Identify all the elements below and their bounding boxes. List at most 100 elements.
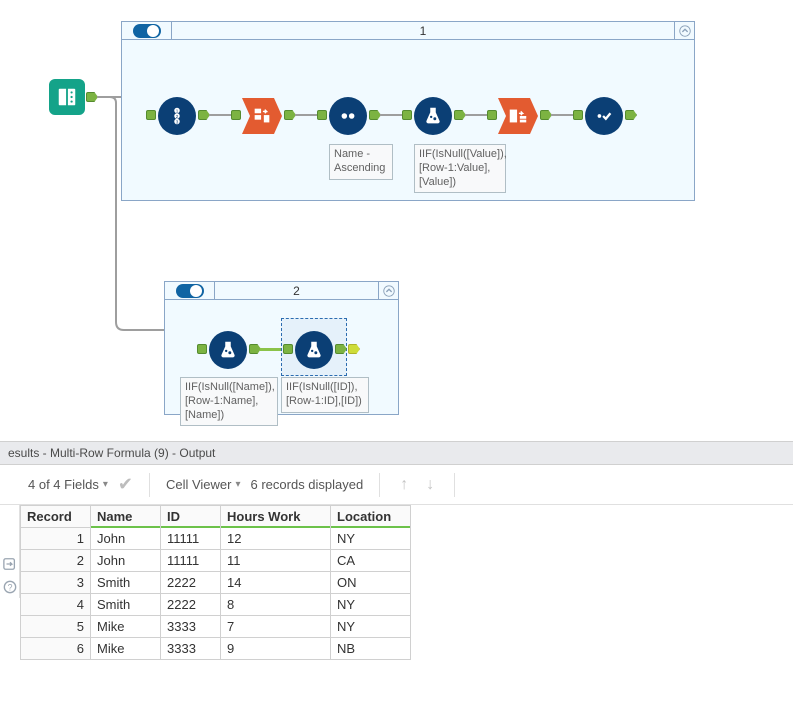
dots-icon [337, 105, 359, 127]
wire [551, 114, 573, 116]
cell[interactable]: John [91, 550, 161, 572]
table-row[interactable]: 3Smith222214ON [21, 572, 411, 594]
cell[interactable]: NY [331, 594, 411, 616]
column-header[interactable]: Record [21, 506, 91, 528]
connector-in[interactable] [146, 110, 156, 120]
cell[interactable]: 11111 [161, 528, 221, 550]
cell[interactable]: 14 [221, 572, 331, 594]
cell[interactable]: 9 [221, 638, 331, 660]
results-grid[interactable]: RecordNameIDHours WorkLocation 1John1111… [20, 505, 411, 660]
container-collapse-button[interactable] [674, 22, 694, 39]
container-toggle[interactable] [122, 22, 172, 39]
results-pane: esults - Multi-Row Formula (9) - Output … [0, 441, 793, 660]
svg-text:?: ? [7, 582, 12, 592]
multi-row-formula-tool-name[interactable] [209, 331, 247, 369]
multi-row-formula-tool[interactable] [414, 97, 452, 135]
connector-in[interactable] [197, 344, 207, 354]
results-title: esults - Multi-Row Formula (9) - Output [8, 446, 215, 460]
transpose-tool[interactable] [242, 98, 282, 134]
check-icon[interactable]: ✔ [118, 474, 133, 495]
fields-dropdown[interactable]: 4 of 4 Fields [28, 477, 108, 492]
beaker-icon [303, 339, 325, 361]
sort-tool[interactable] [329, 97, 367, 135]
cell[interactable]: NY [331, 528, 411, 550]
crosstab-icon [507, 105, 529, 127]
connector-in[interactable] [283, 344, 293, 354]
wire [380, 114, 402, 116]
cell[interactable]: 2222 [161, 572, 221, 594]
connector-out[interactable] [348, 344, 360, 354]
cell-viewer-dropdown[interactable]: Cell Viewer [166, 477, 241, 492]
cell[interactable]: Smith [91, 594, 161, 616]
beaker-icon [422, 105, 444, 127]
row-number: 6 [21, 638, 91, 660]
annotation-sort: Name - Ascending [329, 144, 393, 180]
cell[interactable]: John [91, 528, 161, 550]
annotation-mrf1: IIF(IsNull([Value]),[Row-1:Value],[Value… [414, 144, 506, 193]
help-icon[interactable]: ? [0, 575, 20, 598]
table-row[interactable]: 2John1111111CA [21, 550, 411, 572]
select-check-icon [593, 105, 615, 127]
cell[interactable]: 7 [221, 616, 331, 638]
column-header[interactable]: Hours Work [221, 506, 331, 528]
chevron-up-circle-icon [382, 284, 396, 298]
connector-in[interactable] [487, 110, 497, 120]
cell[interactable]: 12 [221, 528, 331, 550]
annotation-mrf-id: IIF(IsNull([ID]),[Row-1:ID],[ID]) [281, 377, 369, 413]
crosstab-tool[interactable] [498, 98, 538, 134]
wire [465, 114, 487, 116]
connector-in[interactable] [231, 110, 241, 120]
tool-container-1[interactable]: 1 123 Name - Ascendin [121, 21, 695, 201]
annotation-mrf-name: IIF(IsNull([Name]),[Row-1:Name],[Name]) [180, 377, 278, 426]
container-title: 2 [215, 284, 378, 298]
connector-in[interactable] [402, 110, 412, 120]
container-collapse-button[interactable] [378, 282, 398, 299]
cell[interactable]: Smith [91, 572, 161, 594]
connector-in[interactable] [573, 110, 583, 120]
cell[interactable]: 11 [221, 550, 331, 572]
results-toolbar: 4 of 4 Fields ✔ Cell Viewer 6 records di… [0, 465, 793, 505]
workflow-canvas[interactable]: 1 123 Name - Ascendin [0, 0, 793, 441]
cell[interactable]: NB [331, 638, 411, 660]
table-row[interactable]: 1John1111112NY [21, 528, 411, 550]
cell[interactable]: CA [331, 550, 411, 572]
arrow-up-icon[interactable]: ↑ [396, 476, 412, 494]
connector-out[interactable] [625, 110, 637, 120]
connector-in[interactable] [317, 110, 327, 120]
cell[interactable]: NY [331, 616, 411, 638]
numbers-icon: 123 [166, 105, 188, 127]
select-tool[interactable] [585, 97, 623, 135]
row-number: 5 [21, 616, 91, 638]
record-id-tool[interactable]: 123 [158, 97, 196, 135]
results-header: esults - Multi-Row Formula (9) - Output [0, 441, 793, 465]
cell[interactable]: 2222 [161, 594, 221, 616]
table-row[interactable]: 4Smith22228NY [21, 594, 411, 616]
row-number: 3 [21, 572, 91, 594]
row-number: 2 [21, 550, 91, 572]
table-row[interactable]: 6Mike33339NB [21, 638, 411, 660]
wire [295, 114, 317, 116]
arrow-down-icon[interactable]: ↓ [422, 476, 438, 494]
column-header[interactable]: Location [331, 506, 411, 528]
wire-active [260, 348, 281, 351]
multi-row-formula-tool-id[interactable] [295, 331, 333, 369]
row-number: 1 [21, 528, 91, 550]
column-header[interactable]: Name [91, 506, 161, 528]
cell[interactable]: Mike [91, 616, 161, 638]
cell[interactable]: ON [331, 572, 411, 594]
cell[interactable]: 3333 [161, 638, 221, 660]
cell[interactable]: 11111 [161, 550, 221, 572]
column-header[interactable]: ID [161, 506, 221, 528]
cell[interactable]: 3333 [161, 616, 221, 638]
table-row[interactable]: 5Mike33337NY [21, 616, 411, 638]
row-indicator-icon[interactable] [0, 552, 20, 575]
beaker-icon [217, 339, 239, 361]
cell[interactable]: 8 [221, 594, 331, 616]
row-number: 4 [21, 594, 91, 616]
records-info: 6 records displayed [251, 477, 364, 492]
container-toggle[interactable] [165, 282, 215, 299]
transpose-icon [251, 105, 273, 127]
cell[interactable]: Mike [91, 638, 161, 660]
wire [209, 114, 231, 116]
tool-container-2[interactable]: 2 IIF(IsNull([Name]),[Row-1:Name],[Name]… [164, 281, 399, 415]
